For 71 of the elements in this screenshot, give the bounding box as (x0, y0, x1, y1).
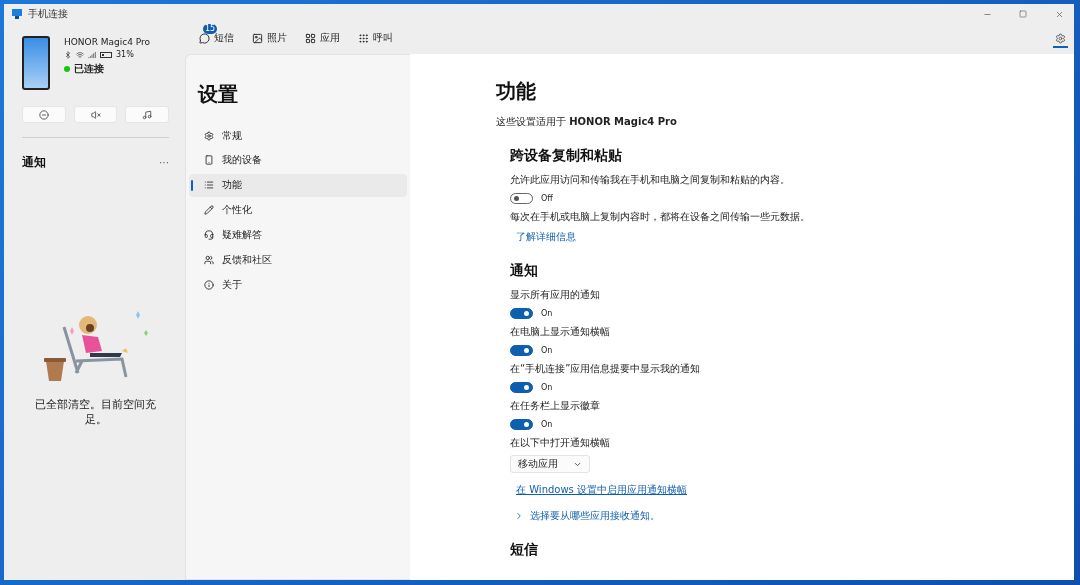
toggle-state-label: On (541, 420, 553, 429)
battery-icon (100, 51, 112, 58)
empty-message: 已全部清空。目前空间充足。 (34, 397, 157, 428)
toggle-switch[interactable] (510, 193, 533, 204)
headset-icon (204, 230, 214, 241)
settings-nav-item[interactable]: 关于 (189, 273, 407, 297)
people-icon (204, 254, 214, 265)
chat-bubble-icon (199, 32, 210, 44)
settings-button[interactable] (1053, 30, 1068, 48)
learn-more-link[interactable]: 了解详细信息 (510, 230, 576, 244)
device-name: HONOR Magic4 Pro (64, 37, 151, 47)
more-button[interactable]: ··· (159, 157, 169, 168)
section-title: 短信 (510, 541, 539, 559)
setting-label: 显示所有应用的通知 (510, 288, 601, 302)
toggle-state-label: On (541, 309, 553, 318)
pencil-icon (204, 205, 214, 216)
photo-icon (252, 32, 263, 44)
toggle-state-label: Off (541, 194, 553, 203)
toggle-state-label: On (541, 383, 553, 392)
settings-title: 设置 (198, 81, 239, 108)
media-button[interactable] (125, 106, 169, 123)
dropdown[interactable]: 移动应用 (510, 455, 590, 473)
dialpad-icon (358, 32, 369, 44)
toggle-switch[interactable] (510, 382, 533, 393)
page-subtitle: 这些设置适用于 HONOR Magic4 Pro (496, 115, 678, 129)
notifications-title: 通知 (22, 154, 46, 171)
setting-label: 在以下中打开通知横幅 (510, 436, 611, 450)
app-logo-icon (12, 9, 22, 19)
setting-label: 每次在手机或电脑上复制内容时，都将在设备之间传输一些元数据。 (510, 210, 811, 224)
settings-nav-item[interactable]: 功能 (189, 173, 407, 197)
settings-nav-item[interactable]: 疑难解答 (189, 223, 407, 247)
settings-nav-item[interactable]: 我的设备 (189, 148, 407, 172)
section-title: 通知 (510, 262, 539, 280)
bluetooth-icon (64, 50, 72, 59)
settings-nav-item[interactable]: 反馈和社区 (189, 248, 407, 272)
nav-tab[interactable]: 照片 (244, 27, 295, 51)
close-icon (1054, 9, 1064, 19)
settings-icon (1055, 33, 1066, 44)
setting-label: 允许此应用访问和传输我在手机和电脑之间复制和粘贴的内容。 (510, 173, 791, 187)
maximize-icon (1019, 10, 1027, 18)
app-grid-icon (305, 32, 316, 44)
wifi-icon (76, 50, 84, 59)
info-icon (204, 279, 214, 290)
setting-label: 在任务栏上显示徽章 (510, 399, 601, 413)
settings-link[interactable]: 在 Windows 设置中启用应用通知横幅 (510, 483, 687, 497)
window-title: 手机连接 (28, 7, 69, 21)
toggle-state-label: On (541, 346, 553, 355)
page-title: 功能 (496, 78, 537, 105)
toggle-switch[interactable] (510, 419, 533, 430)
chevron-right-icon (514, 511, 524, 521)
toggle-switch[interactable] (510, 345, 533, 356)
count-badge: 15 (203, 24, 218, 34)
expander-link[interactable]: 选择要从哪些应用接收通知。 (510, 509, 660, 523)
nav-tab[interactable]: 应用 (297, 27, 348, 51)
minus-circle-icon (38, 109, 49, 120)
nav-tab[interactable]: 呼叫 (350, 27, 401, 51)
connection-status: 已连接 (74, 62, 104, 76)
music-note-icon (142, 109, 153, 120)
toggle-switch[interactable] (510, 308, 533, 319)
speaker-off-icon (90, 109, 101, 120)
phone-icon (204, 155, 214, 166)
settings-icon (204, 130, 214, 141)
settings-nav-item[interactable]: 个性化 (189, 198, 407, 222)
signal-icon (88, 50, 96, 59)
mute-button[interactable] (73, 106, 118, 123)
settings-nav-item[interactable]: 常规 (189, 124, 407, 147)
battery-percent: 31% (116, 50, 134, 59)
list-icon (204, 180, 214, 191)
section-title: 跨设备复制和粘贴 (510, 147, 623, 165)
setting-label: 在电脑上显示通知横幅 (510, 325, 611, 339)
setting-label: 在“手机连接”应用信息提要中显示我的通知 (510, 362, 702, 376)
